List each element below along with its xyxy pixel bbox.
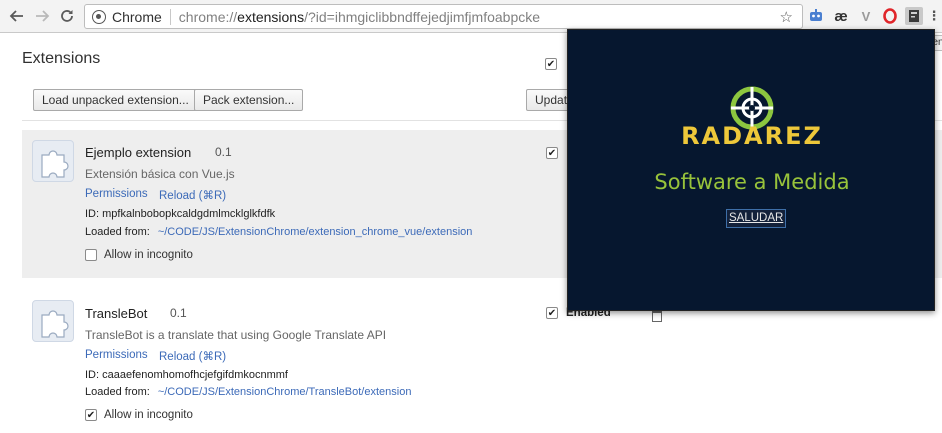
- reload-icon: [61, 10, 73, 22]
- reload-link[interactable]: Reload (⌘R): [159, 349, 226, 363]
- loaded-from: Loaded from: ~/CODE/JS/ExtensionChrome/Tr…: [85, 386, 411, 398]
- reload-button[interactable]: [57, 6, 77, 26]
- tagline: Software a Medida: [654, 170, 850, 194]
- incognito-label: Allow in incognito: [104, 409, 193, 421]
- puzzle-svg: [41, 150, 69, 178]
- extension-description: TransleBot is a translate that using Goo…: [85, 328, 387, 342]
- arrow-left-icon: [9, 10, 23, 22]
- loaded-from-label: Loaded from:: [85, 226, 150, 238]
- reload-link[interactable]: Reload (⌘R): [159, 188, 226, 202]
- page-title: Extensions: [22, 50, 101, 67]
- opera-extension-icon[interactable]: [881, 7, 899, 25]
- enabled-toggle[interactable]: ✔: [546, 147, 566, 159]
- address-bar[interactable]: Chrome chrome://extensions/?id=ihmgiclib…: [84, 4, 803, 29]
- enabled-checkbox[interactable]: ✔: [546, 307, 558, 319]
- arrow-right-icon: [36, 10, 50, 22]
- robot-extension-icon[interactable]: [807, 7, 825, 25]
- url-host: extensions: [237, 8, 305, 25]
- id-value: mpfkalnbobopkcaldgdmlmcklglkfdfk: [102, 208, 276, 220]
- enabled-checkbox[interactable]: ✔: [546, 147, 558, 159]
- load-unpacked-button[interactable]: Load unpacked extension...: [33, 89, 198, 111]
- robot-icon: [810, 9, 822, 21]
- incognito-checkbox[interactable]: [85, 249, 97, 261]
- incognito-toggle[interactable]: ✔ Allow in incognito: [85, 409, 193, 421]
- forward-button[interactable]: [32, 6, 52, 26]
- extension-version: 0.1: [170, 306, 187, 320]
- permissions-link[interactable]: Permissions: [85, 349, 148, 361]
- extension-version: 0.1: [215, 145, 232, 159]
- chrome-page-icon: [92, 9, 106, 24]
- extension-id: ID: mpfkalnbobopkcaldgdmlmcklglkfdfk: [85, 208, 275, 220]
- brand-logo-text: RADAREZ: [681, 122, 823, 150]
- omnibox-chip: Chrome: [112, 8, 162, 25]
- star-icon[interactable]: ☆: [780, 8, 793, 26]
- trash-icon[interactable]: [652, 311, 662, 322]
- back-button[interactable]: [7, 6, 27, 26]
- saludar-button[interactable]: SALUDAR: [726, 209, 787, 228]
- developer-mode-checkbox[interactable]: ✔: [545, 58, 557, 70]
- book-icon: [909, 10, 919, 22]
- extension-card: TransleBot 0.1 TransleBot is a translate…: [22, 290, 942, 433]
- omnibox-separator: [169, 8, 171, 25]
- url-text: chrome://extensions/?id=ihmgiclibbndffej…: [179, 9, 540, 25]
- incognito-label: Allow in incognito: [104, 249, 193, 261]
- active-extension-icon[interactable]: [905, 7, 923, 25]
- extension-name: TransleBot: [85, 306, 148, 321]
- permissions-link[interactable]: Permissions: [85, 188, 148, 200]
- url-rest: /?id=ihmgiclibbndffejedjimfjmfoabpcke: [304, 8, 541, 25]
- puzzle-piece-icon: [32, 140, 74, 182]
- url-prefix: chrome://: [178, 8, 238, 25]
- opera-icon: [883, 8, 897, 24]
- kebab-menu-icon[interactable]: ⋮: [928, 7, 941, 25]
- pack-extension-button[interactable]: Pack extension...: [194, 89, 304, 111]
- ae-extension-icon[interactable]: æ: [832, 7, 850, 25]
- incognito-checkbox[interactable]: ✔: [85, 409, 97, 421]
- v-extension-icon[interactable]: V: [857, 7, 875, 25]
- extension-id: ID: caaaefenomhomofhcjefgifdmkocnmmf: [85, 369, 288, 381]
- puzzle-svg: [41, 310, 69, 338]
- id-value: caaaefenomhomofhcjefgifdmkocnmmf: [102, 369, 288, 381]
- extension-popup: RADAREZ Software a Medida SALUDAR: [567, 29, 935, 311]
- loaded-from-path-link[interactable]: ~/CODE/JS/ExtensionChrome/TransleBot/ext…: [158, 386, 412, 398]
- id-label: ID:: [85, 369, 100, 381]
- id-label: ID:: [85, 208, 100, 220]
- incognito-toggle[interactable]: Allow in incognito: [85, 249, 193, 261]
- extension-description: Extensión básica con Vue.js: [85, 167, 235, 181]
- puzzle-piece-icon: [32, 300, 74, 342]
- loaded-from: Loaded from: ~/CODE/JS/ExtensionChrome/ex…: [85, 226, 472, 238]
- chrome-window: Chrome chrome://extensions/?id=ihmgiclib…: [0, 0, 942, 433]
- loaded-from-path-link[interactable]: ~/CODE/JS/ExtensionChrome/extension_chro…: [158, 226, 473, 238]
- loaded-from-label: Loaded from:: [85, 386, 150, 398]
- extension-name: Ejemplo extension: [85, 145, 192, 160]
